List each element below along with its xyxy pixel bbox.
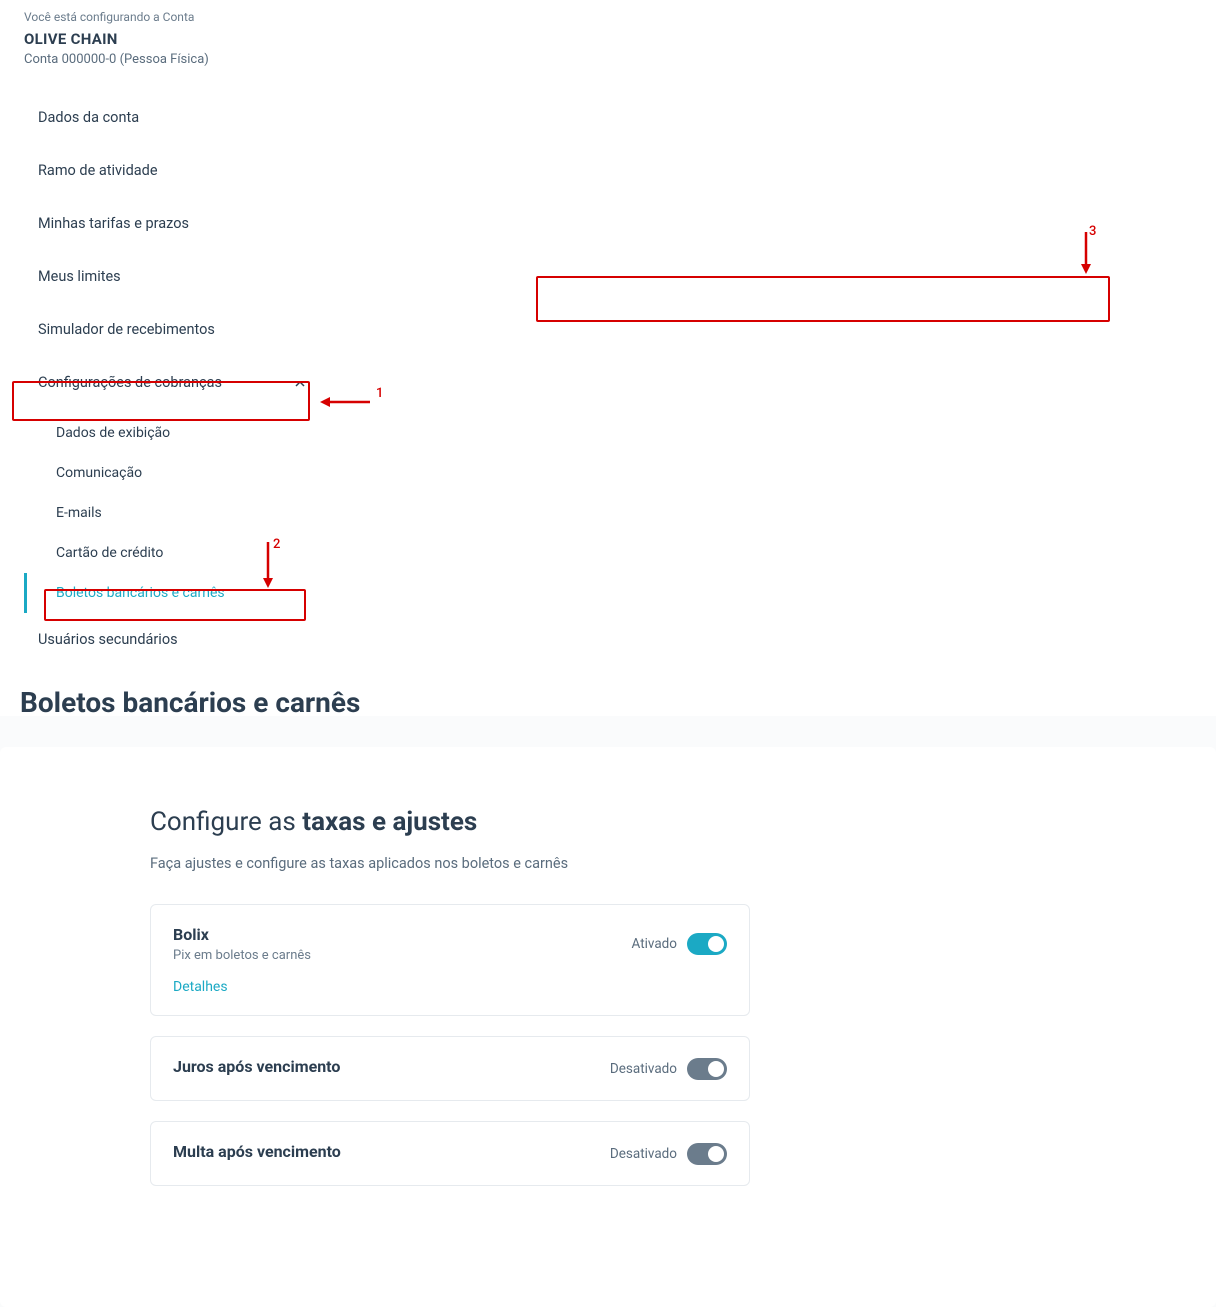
annotation-number-3: 3 — [1089, 224, 1096, 239]
sidebar-item-label: Usuários secundários — [38, 631, 178, 648]
section-desc: Faça ajustes e configure as taxas aplica… — [150, 855, 1156, 872]
sidebar-item-label: Ramo de atividade — [38, 162, 158, 179]
setting-card-juros: Juros após vencimento Desativado — [150, 1036, 750, 1101]
section-title: Configure as taxas e ajustes — [150, 807, 1156, 837]
toggle-state-label: Desativado — [610, 1146, 677, 1162]
sub-item-emails[interactable]: E-mails — [24, 493, 320, 533]
setting-name: Juros após vencimento — [173, 1057, 340, 1076]
annotation-number-1: 1 — [376, 386, 383, 401]
toggle-knob — [708, 1146, 724, 1162]
annotation-box-3 — [536, 276, 1110, 322]
toggle-multa[interactable] — [687, 1143, 727, 1165]
toggle-knob — [708, 1061, 724, 1077]
sidebar-item-dados-conta[interactable]: Dados da conta — [24, 91, 320, 144]
content-panel: Configure as taxas e ajustes Faça ajuste… — [0, 747, 1216, 1307]
page-title: Boletos bancários e carnês — [20, 686, 1176, 719]
toggle-juros[interactable] — [687, 1058, 727, 1080]
toggle-knob — [708, 936, 724, 952]
setting-sub: Pix em boletos e carnês — [173, 948, 311, 963]
setting-toggle-group: Ativado — [632, 933, 728, 955]
config-account-label: Você está configurando a Conta — [24, 10, 320, 24]
chevron-up-icon — [294, 377, 306, 389]
sub-item-label: Cartão de crédito — [56, 545, 163, 561]
sub-item-dados-exibicao[interactable]: Dados de exibição — [24, 413, 320, 453]
setting-info: Juros após vencimento — [173, 1057, 340, 1080]
setting-name: Multa após vencimento — [173, 1142, 341, 1161]
setting-info: Bolix Pix em boletos e carnês — [173, 925, 311, 963]
setting-row: Bolix Pix em boletos e carnês Ativado — [173, 925, 727, 963]
setting-row: Multa após vencimento Desativado — [173, 1142, 727, 1165]
sidebar-item-label: Simulador de recebimentos — [38, 321, 215, 338]
setting-toggle-group: Desativado — [610, 1058, 727, 1080]
setting-toggle-group: Desativado — [610, 1143, 727, 1165]
setting-name: Bolix — [173, 925, 311, 944]
setting-card-multa: Multa após vencimento Desativado — [150, 1121, 750, 1186]
annotation-arrow-3 — [1078, 230, 1094, 278]
details-link[interactable]: Detalhes — [173, 979, 727, 995]
sidebar-item-ramo-atividade[interactable]: Ramo de atividade — [24, 144, 320, 197]
annotation-arrow-1 — [320, 394, 372, 414]
main-area: Boletos bancários e carnês Configure as … — [0, 716, 1216, 1307]
sub-item-label: Comunicação — [56, 465, 142, 481]
account-name: OLIVE CHAIN — [24, 30, 320, 48]
sub-nav-list: Dados de exibição Comunicação E-mails Ca… — [24, 413, 320, 613]
sidebar-item-label: Meus limites — [38, 268, 121, 285]
sidebar-item-config-cobrancas[interactable]: Configurações de cobranças — [24, 356, 320, 409]
sidebar-item-usuarios-secundarios[interactable]: Usuários secundários — [24, 613, 320, 666]
sidebar-item-label: Dados da conta — [38, 109, 139, 126]
setting-card-bolix: Bolix Pix em boletos e carnês Ativado De… — [150, 904, 750, 1016]
sub-item-comunicacao[interactable]: Comunicação — [24, 453, 320, 493]
sub-item-cartao-credito[interactable]: Cartão de crédito — [24, 533, 320, 573]
sidebar: Você está configurando a Conta OLIVE CHA… — [0, 0, 320, 666]
setting-row: Juros após vencimento Desativado — [173, 1057, 727, 1080]
toggle-state-label: Desativado — [610, 1061, 677, 1077]
sidebar-item-label: Configurações de cobranças — [38, 374, 222, 391]
account-info: Conta 000000-0 (Pessoa Física) — [24, 52, 320, 67]
sidebar-item-simulador[interactable]: Simulador de recebimentos — [24, 303, 320, 356]
section-title-bold: taxas e ajustes — [302, 807, 477, 837]
sub-item-label: Boletos bancários e carnês — [56, 585, 225, 601]
toggle-bolix[interactable] — [687, 933, 727, 955]
sidebar-item-label: Minhas tarifas e prazos — [38, 215, 189, 232]
sidebar-header: Você está configurando a Conta OLIVE CHA… — [24, 10, 320, 67]
sub-item-label: E-mails — [56, 505, 102, 521]
nav-list: Dados da conta Ramo de atividade Minhas … — [24, 91, 320, 666]
sub-item-label: Dados de exibição — [56, 425, 170, 441]
setting-info: Multa após vencimento — [173, 1142, 341, 1165]
sidebar-item-tarifas-prazos[interactable]: Minhas tarifas e prazos — [24, 197, 320, 250]
sub-item-boletos-carnes[interactable]: Boletos bancários e carnês — [24, 573, 320, 613]
toggle-state-label: Ativado — [632, 936, 678, 952]
section-title-pre: Configure as — [150, 807, 302, 837]
sidebar-item-meus-limites[interactable]: Meus limites — [24, 250, 320, 303]
